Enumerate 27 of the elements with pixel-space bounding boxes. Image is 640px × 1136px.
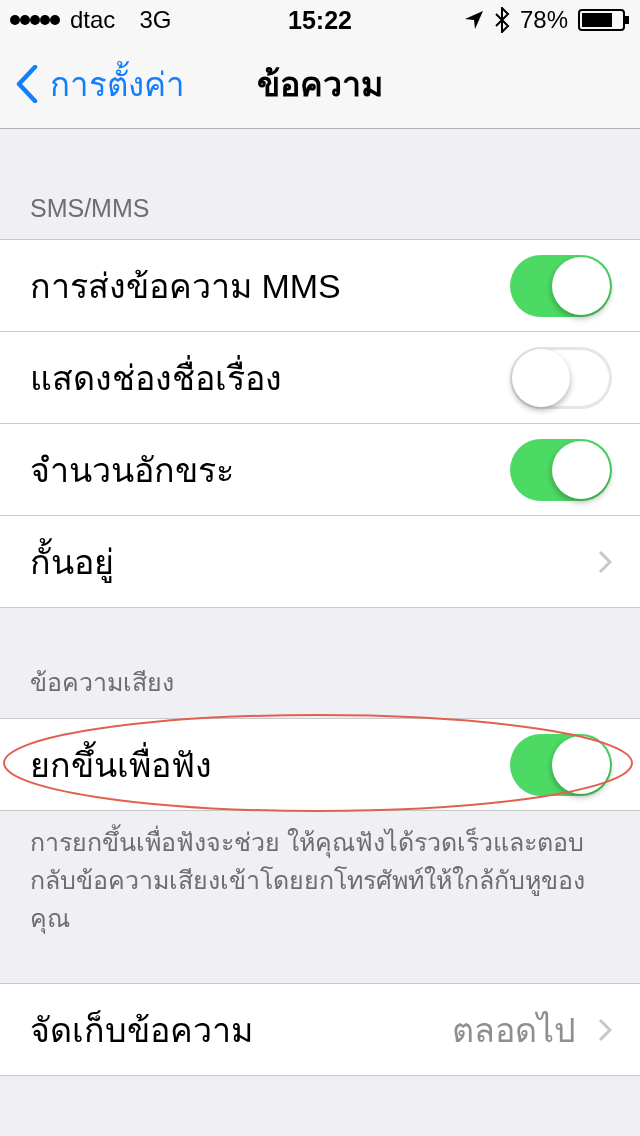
toggle-switch[interactable] <box>510 733 612 796</box>
carrier-name: dtac <box>70 6 116 34</box>
status-time: 15:22 <box>288 5 352 35</box>
chevron-icon <box>598 1017 612 1042</box>
settings-row[interactable]: แสดงช่องชื่อเรื่อง <box>0 332 640 424</box>
battery-percent: 78% <box>519 6 568 34</box>
settings-row[interactable]: การส่งข้อความ MMS <box>0 240 640 332</box>
back-button[interactable]: การตั้งค่า <box>0 57 185 111</box>
section-header: SMS/MMS <box>30 194 150 223</box>
settings-row[interactable]: ยกขึ้นเพื่อฟัง <box>0 719 640 810</box>
row-value: ตลอดไป <box>452 1009 576 1051</box>
settings-row[interactable]: จำนวนอักขระ <box>0 424 640 516</box>
signal-icon <box>10 14 60 26</box>
toggle-switch[interactable] <box>510 254 612 317</box>
back-chevron-icon <box>16 65 38 103</box>
battery-icon <box>578 9 630 31</box>
settings-row[interactable]: กั้นอยู่ <box>0 516 640 607</box>
toggle-switch[interactable] <box>510 346 612 409</box>
toggle-switch[interactable] <box>510 438 612 501</box>
screen-title: ข้อความ <box>257 64 383 105</box>
chevron-icon <box>598 549 612 574</box>
settings-row[interactable]: จัดเก็บข้อความ ตลอดไป <box>0 984 640 1075</box>
bluetooth-icon <box>493 7 510 33</box>
network-type: 3G <box>139 6 172 34</box>
location-icon <box>463 10 484 30</box>
section-footer: การยกขึ้นเพื่อฟังจะช่วย ให้คุณฟังได้รวดเร็วและตอบกลับข้อความเสียงเข้าโดยยกโทรศัพท์ให้ใกล้กับหูของคุณ <box>30 823 610 937</box>
section-header: ข้อความเสียง <box>30 667 174 698</box>
